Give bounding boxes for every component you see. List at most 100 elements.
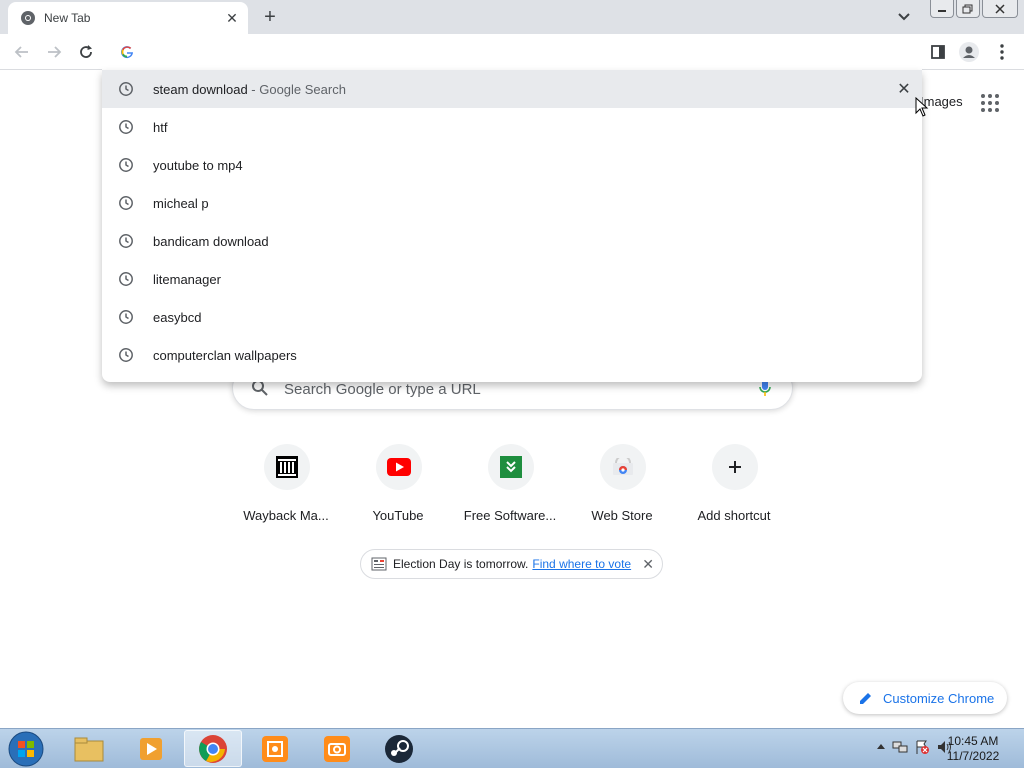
shortcut-icon-circle [264,444,310,490]
shortcut-web-store[interactable]: Web Store [566,444,678,534]
shortcut-icon-circle [488,444,534,490]
taskbar-media-player[interactable] [122,730,180,767]
google-apps-icon[interactable] [980,93,1000,113]
new-tab-button[interactable]: + [258,6,282,28]
suggestion-query: computerclan wallpapers [153,347,297,363]
tab-new-tab[interactable]: New Tab ✕ [8,2,248,34]
taskbar-steam[interactable] [370,730,428,767]
suggestion-item[interactable]: computerclan wallpapers [102,336,922,374]
clock-date: 11/7/2022 [946,749,1000,763]
plus-icon [729,461,741,473]
shortcut-icon-circle [712,444,758,490]
customize-label: Customize Chrome [883,690,995,706]
omnibox[interactable] [102,34,922,70]
suggestion-query: bandicam download [153,233,269,249]
suggestion-source: - Google Search [247,81,346,97]
search-placeholder: Search Google or type a URL [284,381,481,398]
suggestion-text: computerclan wallpapers [153,348,297,363]
network-icon[interactable] [892,739,908,755]
election-promo: Election Day is tomorrow. Find where to … [360,549,663,579]
chrome-menu-button[interactable] [992,42,1012,62]
window-controls [930,0,1018,18]
history-clock-icon [119,158,133,172]
web-store-icon [613,458,633,475]
start-button[interactable] [6,731,46,767]
shortcut-youtube[interactable]: YouTube [342,444,454,534]
tab-close-icon[interactable]: ✕ [224,10,240,26]
restore-icon [962,4,973,13]
side-panel-icon [931,45,945,59]
shortcut-label: Wayback Ma... [243,508,329,523]
profile-icon [959,42,979,62]
history-clock-icon [119,196,133,210]
taskbar-explorer[interactable] [60,730,118,767]
suggestion-query: htf [153,119,168,135]
promo-text: Election Day is tomorrow. [393,557,529,571]
back-arrow-icon [14,46,28,58]
suggestion-item[interactable]: litemanager [102,260,922,298]
shortcuts-grid: Wayback Ma... YouTube Free Software... W… [230,444,790,534]
tab-strip: New Tab ✕ + [0,0,1024,34]
suggestion-text: litemanager [153,272,221,287]
history-clock-icon [119,272,133,286]
free-software-icon [500,456,522,478]
reload-icon [80,45,92,58]
forward-button[interactable] [44,42,64,62]
side-panel-button[interactable] [928,42,948,62]
suggestion-text: bandicam download [153,234,269,249]
shortcut-label: YouTube [372,508,424,523]
remove-suggestion-icon[interactable]: ✕ [896,81,912,98]
tab-search-icon[interactable] [894,8,914,26]
youtube-icon [387,458,411,476]
shortcut-icon-circle [376,444,422,490]
shortcut-label: Free Software... [463,508,557,523]
customize-chrome-button[interactable]: Customize Chrome [843,682,1007,714]
camera-icon [324,735,350,762]
shortcut-label: Add shortcut [697,508,771,523]
omnibox-suggestions: steam download - Google Search ✕ htf youtub… [102,70,922,382]
profile-button[interactable] [959,42,979,62]
suggestion-item[interactable]: youtube to mp4 [102,146,922,184]
suggestion-item[interactable]: steam download - Google Search ✕ [102,70,922,108]
history-clock-icon [119,82,133,96]
suggestion-query: litemanager [153,271,221,287]
windows-taskbar: 10:45 AM 11/7/2022 [0,728,1024,768]
back-button[interactable] [12,42,32,62]
shortcut-label: Web Store [591,508,653,523]
taskbar-clock[interactable]: 10:45 AM 11/7/2022 [940,734,1006,764]
folder-icon [74,737,104,761]
more-vert-icon [1000,44,1004,60]
history-clock-icon [119,348,133,362]
suggestion-text: easybcd [153,310,201,325]
chrome-icon [199,734,227,763]
restore-button[interactable] [956,0,980,18]
google-g-icon [121,46,133,59]
shortcut-free-software[interactable]: Free Software... [454,444,566,534]
promo-close-icon[interactable]: ✕ [642,556,654,573]
close-icon [995,3,1005,14]
shortcut-wayback-machine[interactable]: Wayback Ma... [230,444,342,534]
taskbar-chrome[interactable] [184,730,242,767]
show-hidden-icons-icon[interactable] [876,742,886,752]
suggestion-item[interactable]: easybcd [102,298,922,336]
steam-icon [385,734,413,763]
promo-link[interactable]: Find where to vote [532,557,631,571]
forward-arrow-icon [48,46,62,58]
windows-logo-icon [8,731,44,767]
history-clock-icon [119,234,133,248]
suggestion-query: micheal p [153,195,209,211]
taskbar-screen-recorder[interactable] [246,730,304,767]
suggestion-query: easybcd [153,309,202,325]
taskbar-screenshot-tool[interactable] [308,730,366,767]
suggestion-item[interactable]: htf [102,108,922,146]
suggestion-text: youtube to mp4 [153,158,243,173]
wayback-icon [276,456,298,478]
close-window-button[interactable] [982,0,1018,18]
shortcut-icon-circle [600,444,646,490]
minimize-button[interactable] [930,0,954,18]
reload-button[interactable] [76,42,96,62]
action-center-flag-icon[interactable] [914,739,930,755]
suggestion-item[interactable]: bandicam download [102,222,922,260]
suggestion-item[interactable]: micheal p [102,184,922,222]
add-shortcut-button[interactable]: Add shortcut [678,444,790,534]
